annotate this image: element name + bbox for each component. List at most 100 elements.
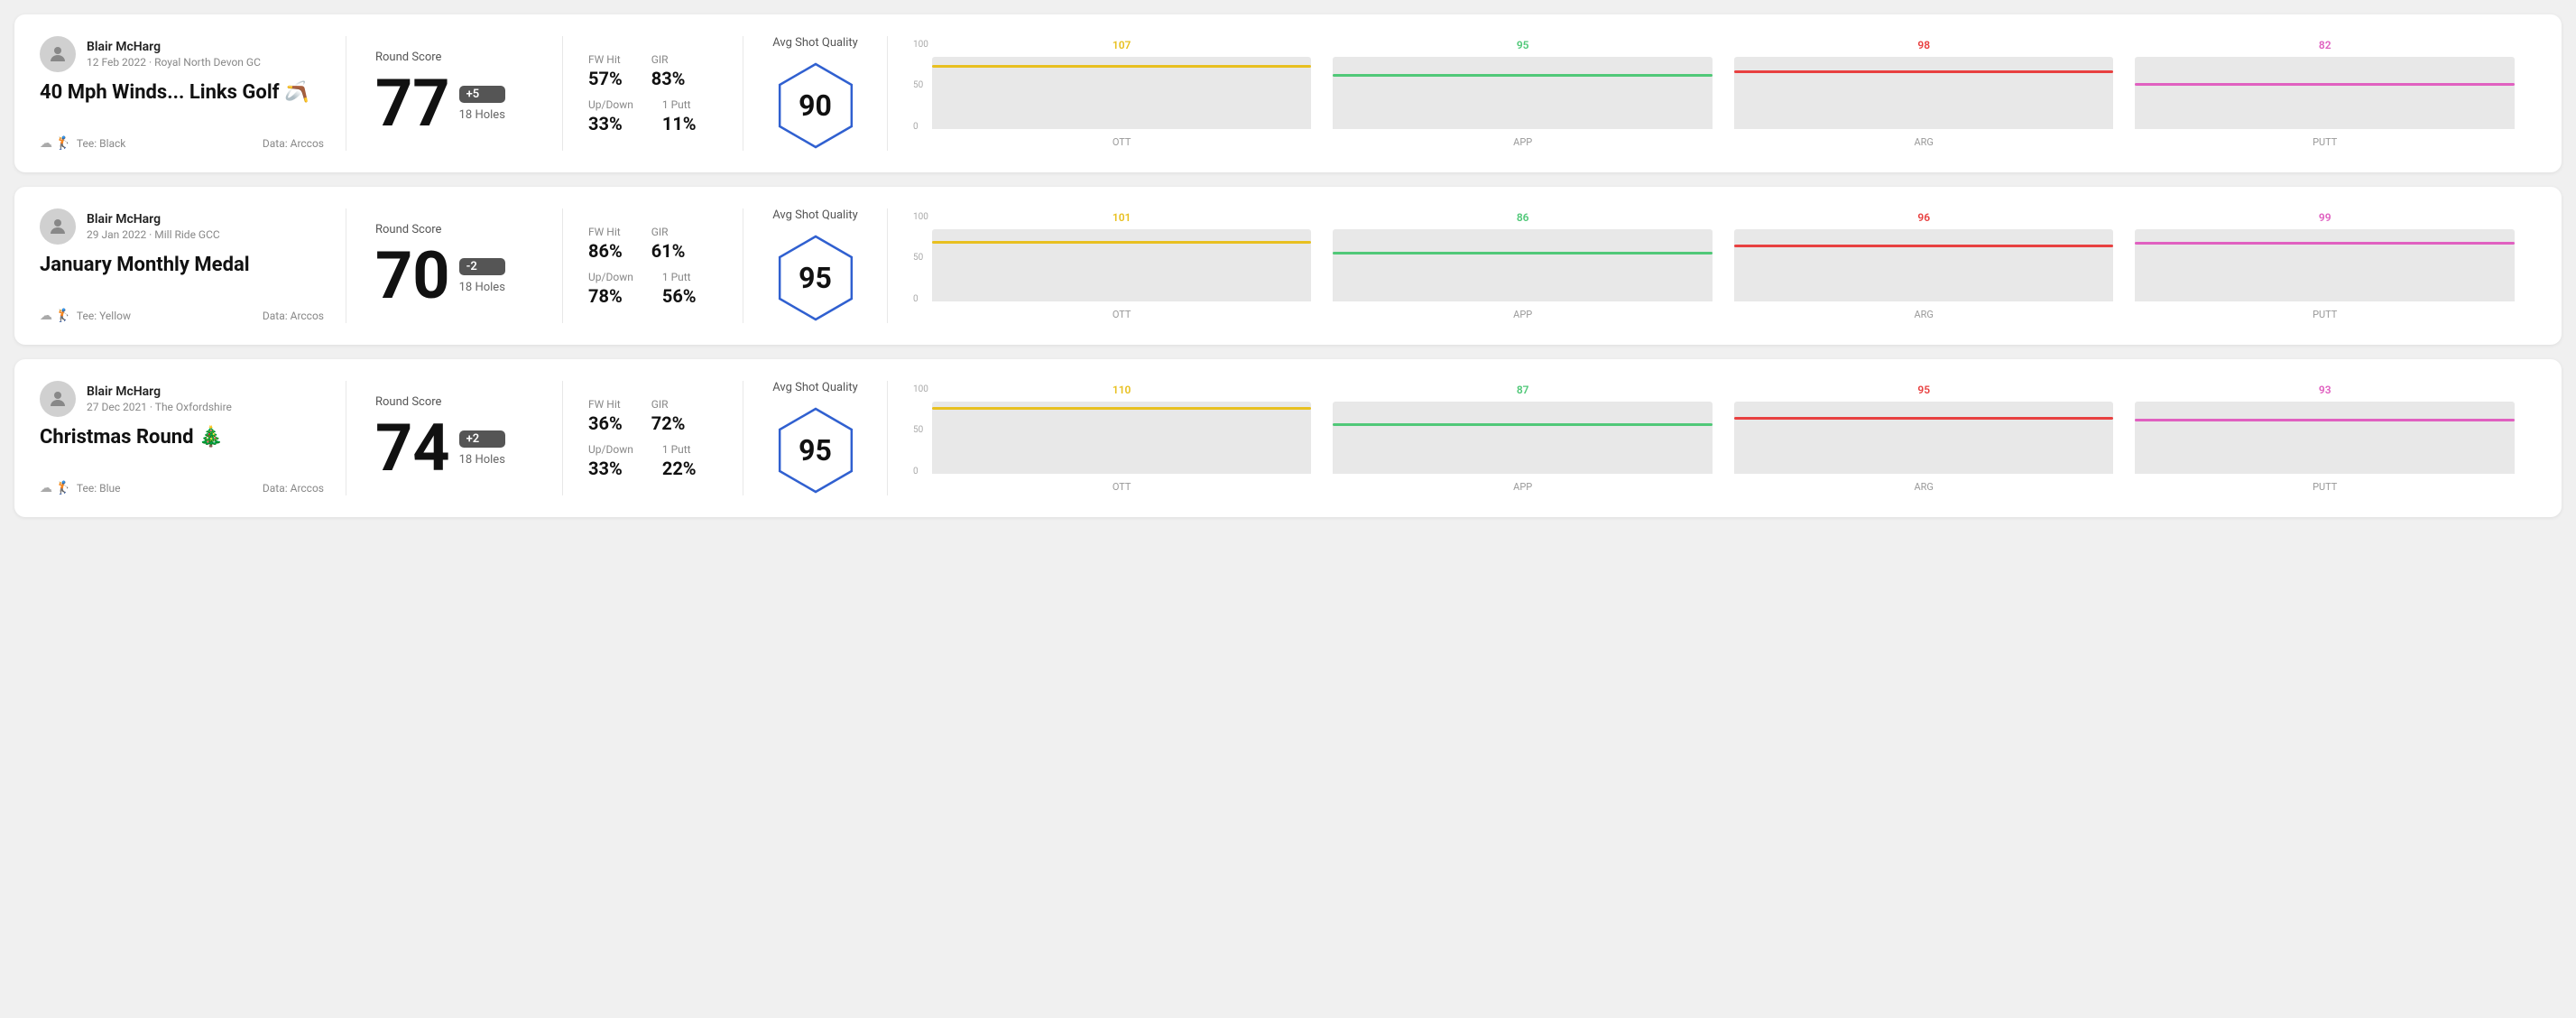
round-score-label: Round Score: [375, 395, 533, 409]
quality-section: Avg Shot Quality 95: [743, 381, 888, 495]
chart-column-putt: 82 PUTT: [2135, 39, 2515, 148]
one-putt-stat: 1 Putt 11%: [662, 98, 697, 134]
chart-line-putt: [2135, 83, 2515, 86]
stats-row-top: FW Hit 36% GIR 72%: [588, 398, 717, 434]
user-meta: 12 Feb 2022 · Royal North Devon GC: [87, 56, 261, 69]
up-down-value: 33%: [588, 113, 633, 134]
stats-row-top: FW Hit 57% GIR 83%: [588, 53, 717, 89]
chart-section: 100 50 0 101 OTT 86: [888, 208, 2536, 323]
user-meta: 29 Jan 2022 · Mill Ride GCC: [87, 228, 220, 241]
one-putt-value: 11%: [662, 113, 697, 134]
stats-row-top: FW Hit 86% GIR 61%: [588, 226, 717, 262]
user-row: Blair McHarg 29 Jan 2022 · Mill Ride GCC: [40, 208, 324, 245]
score-holes: 18 Holes: [459, 281, 505, 294]
card-footer: ☁ 🏌 Tee: Blue Data: Arccos: [40, 481, 324, 495]
card-left-2: Blair McHarg 29 Jan 2022 · Mill Ride GCC…: [40, 208, 346, 323]
chart-value-arg: 98: [1917, 39, 1930, 51]
quality-label: Avg Shot Quality: [772, 208, 858, 222]
chart-bar-app: [1333, 57, 1713, 129]
round-card-3: Blair McHarg 27 Dec 2021 · The Oxfordshi…: [14, 359, 2562, 517]
round-title: 40 Mph Winds... Links Golf 🪃: [40, 81, 324, 105]
hexagon-container: 90: [771, 60, 861, 151]
gir-stat: GIR 72%: [651, 398, 686, 434]
score-badge-group: +2 18 Holes: [459, 430, 505, 467]
chart-value-arg: 96: [1917, 211, 1930, 224]
chart-line-arg: [1734, 245, 2114, 247]
hexagon-score: 95: [799, 261, 832, 295]
chart-bar-ott: [932, 402, 1312, 474]
chart-line-app: [1333, 252, 1713, 255]
hexagon-container: 95: [771, 405, 861, 495]
chart-column-app: 87 APP: [1333, 384, 1713, 493]
chart-column-arg: 95 ARG: [1734, 384, 2114, 493]
user-info: Blair McHarg 12 Feb 2022 · Royal North D…: [87, 40, 261, 69]
card-footer: ☁ 🏌 Tee: Yellow Data: Arccos: [40, 309, 324, 323]
round-title: Christmas Round 🎄: [40, 426, 324, 449]
weather-icon: ☁ 🏌: [40, 309, 71, 323]
chart-bar-arg: [1734, 229, 2114, 301]
weather-icon: ☁ 🏌: [40, 136, 71, 151]
chart-column-arg: 96 ARG: [1734, 211, 2114, 320]
score-row: 74 +2 18 Holes: [375, 416, 533, 481]
score-holes: 18 Holes: [459, 453, 505, 467]
user-icon: [47, 216, 69, 237]
chart-line-app: [1333, 423, 1713, 426]
tee-label: Tee: Yellow: [77, 310, 131, 322]
fw-hit-label: FW Hit: [588, 53, 623, 66]
round-card-1: Blair McHarg 12 Feb 2022 · Royal North D…: [14, 14, 2562, 172]
chart-bar-arg: [1734, 57, 2114, 129]
stats-row-bottom: Up/Down 33% 1 Putt 22%: [588, 443, 717, 479]
chart-bar-putt: [2135, 229, 2515, 301]
user-meta: 27 Dec 2021 · The Oxfordshire: [87, 401, 232, 413]
chart-value-putt: 82: [2319, 39, 2331, 51]
up-down-label: Up/Down: [588, 98, 633, 111]
quality-section: Avg Shot Quality 95: [743, 208, 888, 323]
avatar: [40, 36, 76, 72]
one-putt-value: 22%: [662, 458, 697, 479]
score-section: Round Score 70 -2 18 Holes: [346, 208, 563, 323]
chart-section: 100 50 0 107 OTT 95: [888, 36, 2536, 151]
quality-section: Avg Shot Quality 90: [743, 36, 888, 151]
gir-value: 72%: [651, 412, 686, 434]
user-row: Blair McHarg 12 Feb 2022 · Royal North D…: [40, 36, 324, 72]
chart-line-ott: [932, 407, 1312, 410]
round-title: January Monthly Medal: [40, 254, 324, 277]
chart-value-arg: 95: [1917, 384, 1930, 396]
chart-bar-ott: [932, 57, 1312, 129]
chart-bar-putt: [2135, 402, 2515, 474]
up-down-stat: Up/Down 33%: [588, 443, 633, 479]
tee-label: Tee: Black: [77, 137, 125, 150]
chart-line-putt: [2135, 419, 2515, 421]
stats-section: FW Hit 57% GIR 83% Up/Down 33% 1 Putt 11…: [563, 36, 743, 151]
chart-column-putt: 99 PUTT: [2135, 211, 2515, 320]
stats-section: FW Hit 36% GIR 72% Up/Down 33% 1 Putt 22…: [563, 381, 743, 495]
chart-line-app: [1333, 74, 1713, 77]
stats-row-bottom: Up/Down 33% 1 Putt 11%: [588, 98, 717, 134]
card-left-1: Blair McHarg 12 Feb 2022 · Royal North D…: [40, 36, 346, 151]
stats-row-bottom: Up/Down 78% 1 Putt 56%: [588, 271, 717, 307]
up-down-label: Up/Down: [588, 271, 633, 283]
chart-xlabel-app: APP: [1513, 136, 1532, 148]
user-name: Blair McHarg: [87, 40, 261, 54]
quality-label: Avg Shot Quality: [772, 36, 858, 50]
gir-stat: GIR 61%: [651, 226, 686, 262]
fw-hit-label: FW Hit: [588, 226, 623, 238]
round-score-label: Round Score: [375, 51, 533, 64]
score-row: 70 -2 18 Holes: [375, 244, 533, 309]
card-footer: ☁ 🏌 Tee: Black Data: Arccos: [40, 136, 324, 151]
one-putt-label: 1 Putt: [662, 271, 697, 283]
gir-value: 83%: [651, 68, 686, 89]
chart-value-app: 95: [1517, 39, 1529, 51]
score-badge-group: +5 18 Holes: [459, 86, 505, 122]
hexagon-score: 90: [799, 88, 832, 123]
one-putt-stat: 1 Putt 22%: [662, 443, 697, 479]
chart-bar-ott: [932, 229, 1312, 301]
chart-column-ott: 101 OTT: [932, 211, 1312, 320]
tee-label: Tee: Blue: [77, 482, 121, 495]
chart-bar-putt: [2135, 57, 2515, 129]
user-info: Blair McHarg 27 Dec 2021 · The Oxfordshi…: [87, 384, 232, 413]
fw-hit-stat: FW Hit 86%: [588, 226, 623, 262]
chart-bar-app: [1333, 229, 1713, 301]
tee-info: ☁ 🏌 Tee: Blue: [40, 481, 120, 495]
chart-value-app: 86: [1517, 211, 1529, 224]
